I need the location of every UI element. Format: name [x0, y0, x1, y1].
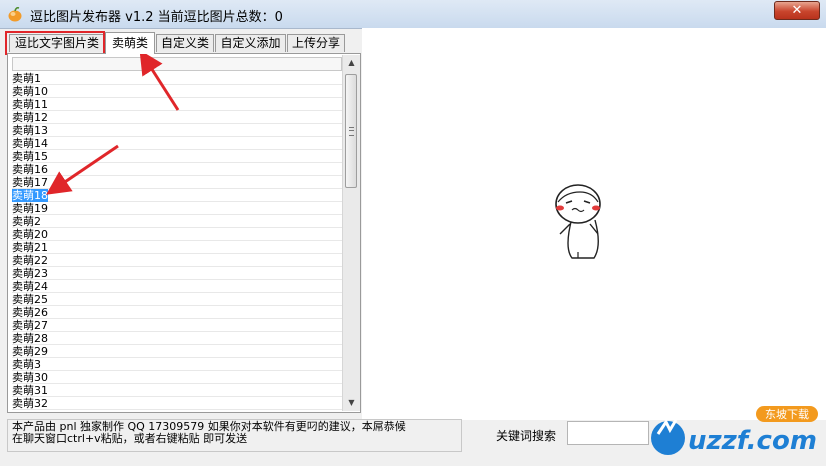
- info-text: 本产品由 pnl 独家制作 QQ 17309579 如果你对本软件有更叼的建议，…: [7, 419, 462, 452]
- info-line-2: 在聊天窗口ctrl+v粘贴，或者右键粘贴 即可发送: [12, 432, 248, 445]
- arrow-to-item: [46, 144, 119, 195]
- watermark-tag: 东坡下载: [765, 408, 809, 421]
- keyword-search-label: 关键词搜索: [496, 429, 557, 443]
- arrow-to-tab: [139, 49, 180, 111]
- watermark-logo: uzzf.com 东坡下载: [651, 406, 818, 456]
- tab-cute[interactable]: 卖萌类: [105, 32, 155, 54]
- watermark-text: uzzf.com: [688, 426, 817, 456]
- keyword-search-input[interactable]: [567, 421, 649, 445]
- annotation-arrows: [46, 49, 180, 195]
